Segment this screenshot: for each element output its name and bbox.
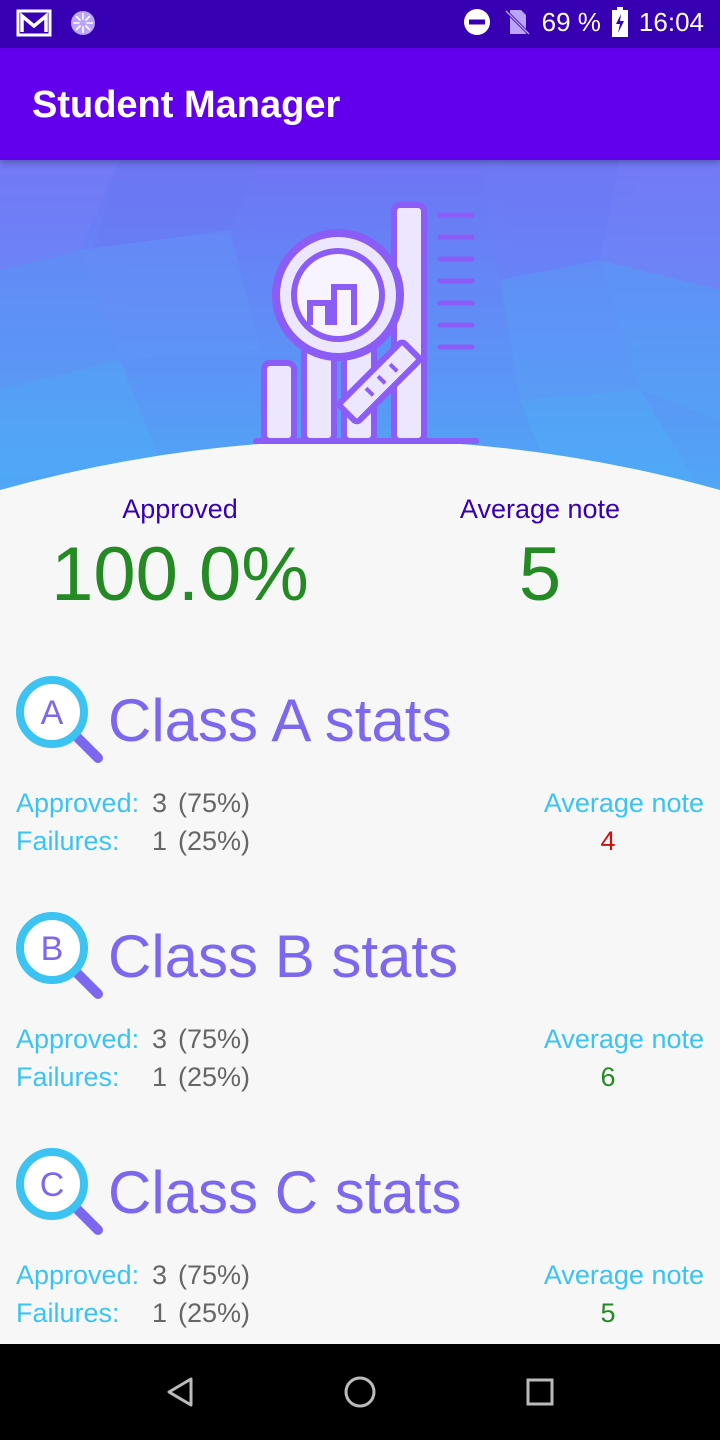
failures-count: 1 — [152, 1298, 168, 1328]
approved-count: 3 — [152, 1260, 168, 1290]
status-bar: 69 % 16:04 — [0, 0, 720, 48]
gmail-icon — [16, 8, 52, 38]
home-icon[interactable] — [340, 1372, 380, 1412]
average-summary: Average note 5 — [360, 490, 720, 618]
back-icon[interactable] — [160, 1372, 200, 1412]
loading-icon — [68, 8, 98, 38]
failures-percent: (25%) — [178, 826, 251, 856]
no-sim-icon — [502, 7, 532, 37]
class-b-average-value: 6 — [600, 1062, 616, 1092]
class-c-letter: C — [40, 1166, 65, 1204]
class-c-title: Class C stats — [108, 1158, 462, 1226]
class-a-letter: A — [41, 694, 64, 732]
class-b-search-icon: B — [16, 912, 103, 999]
class-a-average-label: Average note — [543, 788, 704, 818]
battery-charging-icon — [611, 6, 629, 38]
class-b-letter: B — [41, 930, 64, 968]
failures-label: Failures: — [16, 1062, 120, 1092]
failures-percent: (25%) — [178, 1062, 251, 1092]
approved-label: Approved: — [16, 788, 140, 818]
approved-count: 3 — [152, 788, 168, 818]
approved-label: Approved: — [16, 1024, 140, 1054]
class-b-stats: B Class B stats Approved: 3 (75%) Failur… — [0, 908, 720, 1108]
app-bar: Student Manager — [0, 48, 720, 160]
app-title: Student Manager — [32, 84, 341, 126]
class-a-title: Class A stats — [108, 686, 452, 754]
hero-banner — [0, 160, 720, 500]
class-c-average-value: 5 — [600, 1298, 616, 1328]
class-a-stats: A Class A stats Approved: 3 (75%) Failur… — [0, 672, 720, 872]
average-value: 5 — [518, 532, 562, 617]
class-a-search-icon: A — [16, 676, 103, 763]
overall-summary: Approved 100.0% Average note 5 — [0, 490, 720, 640]
failures-percent: (25%) — [178, 1298, 251, 1328]
analytics-search-icon — [253, 202, 479, 444]
approved-summary: Approved 100.0% — [0, 490, 360, 618]
approved-percent: (75%) — [178, 788, 251, 818]
recents-icon[interactable] — [520, 1372, 560, 1412]
class-a-average-value: 4 — [600, 826, 616, 856]
class-b-title: Class B stats — [108, 922, 459, 990]
class-c-search-icon: C — [16, 1148, 103, 1235]
approved-percent: (75%) — [178, 1260, 251, 1290]
approved-percent: (75%) — [178, 1024, 251, 1054]
approved-count: 3 — [152, 1024, 168, 1054]
battery-percent: 69 % — [541, 6, 601, 37]
failures-label: Failures: — [16, 1298, 120, 1328]
failures-count: 1 — [152, 1062, 168, 1092]
failures-count: 1 — [152, 826, 168, 856]
class-c-average-label: Average note — [543, 1260, 704, 1290]
approved-label: Approved — [122, 494, 238, 524]
failures-label: Failures: — [16, 826, 120, 856]
class-b-average-label: Average note — [543, 1024, 704, 1054]
class-c-stats: C Class C stats Approved: 3 (75%) Failur… — [0, 1144, 720, 1344]
do-not-disturb-icon — [462, 7, 492, 37]
approved-value: 100.0% — [51, 532, 309, 617]
approved-label: Approved: — [16, 1260, 140, 1290]
average-label: Average note — [459, 494, 621, 524]
navigation-bar — [0, 1344, 720, 1440]
clock: 16:04 — [638, 6, 704, 37]
